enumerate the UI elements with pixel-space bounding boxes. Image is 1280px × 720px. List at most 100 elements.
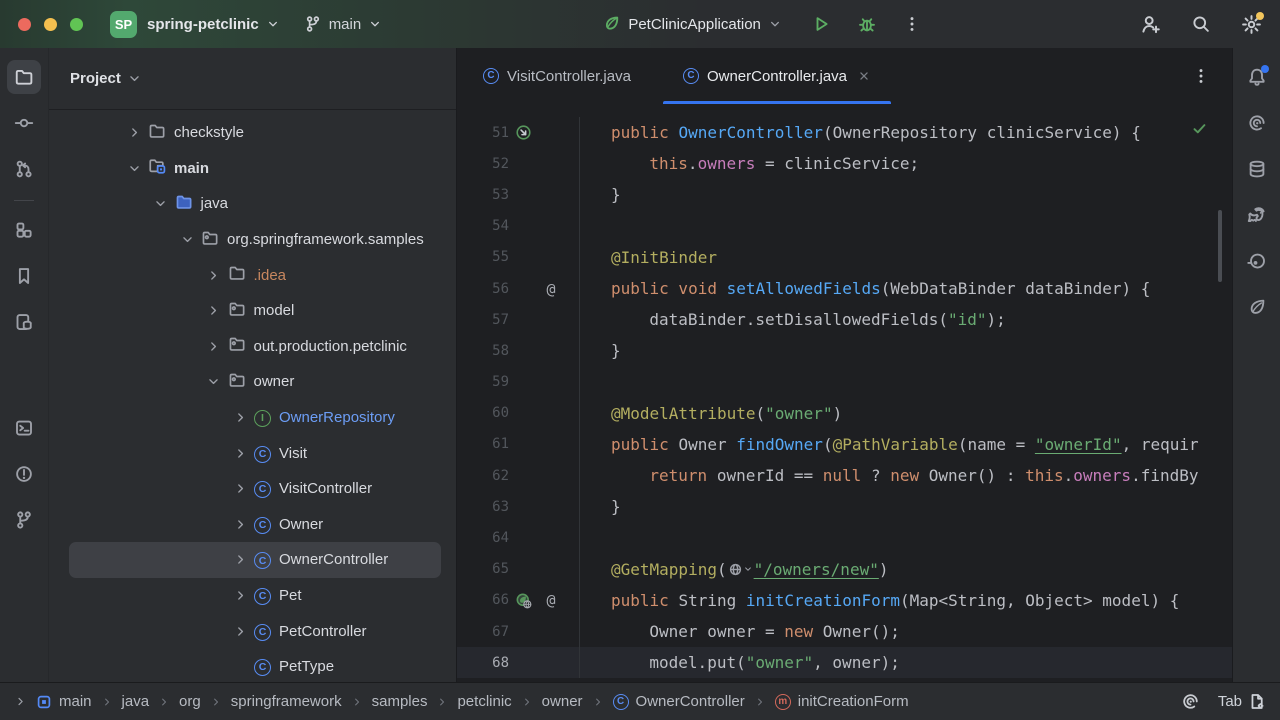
tab-options-icon[interactable] (1192, 67, 1210, 85)
close-tab-icon[interactable] (857, 69, 871, 83)
chevron-down-icon[interactable] (179, 232, 195, 247)
left-rail-more-tools-button[interactable] (7, 351, 41, 385)
run-config-name[interactable]: PetClinicApplication (628, 16, 761, 33)
annotation-gutter-icon[interactable]: @ (546, 591, 555, 609)
tree-item-main[interactable]: main (69, 151, 441, 187)
code-editor[interactable]: 51public OwnerController(OwnerRepository… (457, 104, 1232, 682)
code-line-61[interactable]: 61public Owner findOwner(@PathVariable(n… (457, 429, 1232, 460)
url-mapping-chip[interactable] (728, 562, 753, 577)
chevron-right-icon[interactable] (232, 410, 248, 425)
code-line-68[interactable]: 68model.put("owner", owner); (457, 647, 1232, 678)
tree-item-out-production-petclinic[interactable]: out.production.petclinic (69, 329, 441, 365)
code-line-64[interactable]: 64 (457, 522, 1232, 553)
breadcrumb-item-ownercontroller[interactable]: COwnerController (613, 693, 745, 710)
chevron-down-icon[interactable] (206, 374, 222, 389)
breadcrumb-item-owner[interactable]: owner (542, 693, 583, 710)
tree-item-visitcontroller[interactable]: CVisitController (69, 471, 441, 507)
code-line-60[interactable]: 60@ModelAttribute("owner") (457, 398, 1232, 429)
breadcrumb-item-java[interactable]: java (122, 693, 150, 710)
tree-item-visit[interactable]: CVisit (69, 435, 441, 471)
gutter-slot[interactable] (509, 124, 537, 141)
tree-item-model[interactable]: model (69, 293, 441, 329)
code-line-59[interactable]: 59 (457, 367, 1232, 398)
tree-item-owner[interactable]: owner (69, 364, 441, 400)
line-number[interactable]: 59 (457, 374, 509, 390)
breadcrumb-item-petclinic[interactable]: petclinic (457, 693, 511, 710)
line-number[interactable]: 51 (457, 125, 509, 141)
line-number[interactable]: 64 (457, 530, 509, 546)
close-window-button[interactable] (18, 18, 31, 31)
tree-item-pet[interactable]: CPet (69, 578, 441, 614)
line-number[interactable]: 58 (457, 343, 509, 359)
run-button[interactable] (811, 14, 831, 34)
chevron-right-icon[interactable] (232, 481, 248, 496)
code-with-me-button[interactable] (1140, 14, 1161, 35)
editor-tab-ownercontroller-java[interactable]: COwnerController.java (657, 48, 897, 104)
line-number[interactable]: 68 (457, 655, 509, 671)
tree-item-java[interactable]: java (69, 186, 441, 222)
code-line-55[interactable]: 55@InitBinder (457, 242, 1232, 273)
gutter-slot[interactable]: @ (537, 591, 565, 609)
line-number[interactable]: 56 (457, 281, 509, 297)
tab-completion-widget[interactable]: Tab (1218, 692, 1266, 711)
chevron-right-icon[interactable] (206, 268, 222, 283)
code-line-67[interactable]: 67Owner owner = new Owner(); (457, 616, 1232, 647)
breadcrumb-item-samples[interactable]: samples (372, 693, 428, 710)
settings-button[interactable] (1241, 14, 1262, 35)
left-rail-version-control-tool-button[interactable] (7, 503, 41, 537)
left-rail-commit-tool-button[interactable] (7, 106, 41, 140)
line-number[interactable]: 54 (457, 218, 509, 234)
chevron-down-icon[interactable] (153, 196, 169, 211)
project-widget[interactable]: spring-petclinic (147, 16, 280, 33)
debug-button[interactable] (857, 14, 877, 34)
editor-scrollbar[interactable] (1218, 210, 1222, 282)
left-rail-bookmarks-tool-button[interactable] (7, 259, 41, 293)
tree-item-ownercontroller[interactable]: COwnerController (69, 542, 441, 578)
code-line-52[interactable]: 52this.owners = clinicService; (457, 148, 1232, 179)
left-rail-problems-tool-button[interactable] (7, 457, 41, 491)
left-rail-project-tool-button[interactable] (7, 60, 41, 94)
ai-assistant-status-icon[interactable] (1181, 692, 1200, 711)
left-rail-device-manager-tool-button[interactable] (7, 305, 41, 339)
line-number[interactable]: 53 (457, 187, 509, 203)
code-line-65[interactable]: 65@GetMapping("/owners/new") (457, 554, 1232, 585)
line-number[interactable]: 62 (457, 468, 509, 484)
line-number[interactable]: 66 (457, 592, 509, 608)
tree-item-checkstyle[interactable]: checkstyle (69, 115, 441, 151)
code-line-57[interactable]: 57dataBinder.setDisallowedFields("id"); (457, 304, 1232, 335)
breadcrumb-item-initcreationform[interactable]: minitCreationForm (775, 693, 909, 710)
tree-item-org-springframework-samples[interactable]: org.springframework.samples (69, 222, 441, 258)
chevron-right-icon[interactable] (232, 588, 248, 603)
line-number[interactable]: 57 (457, 312, 509, 328)
line-number[interactable]: 63 (457, 499, 509, 515)
right-rail-ai-assistant-button[interactable] (1240, 106, 1274, 140)
breadcrumb-item-main[interactable]: main (36, 693, 92, 710)
code-line-62[interactable]: 62return ownerId == null ? new Owner() :… (457, 460, 1232, 491)
chevron-right-icon[interactable] (232, 624, 248, 639)
line-number[interactable]: 52 (457, 156, 509, 172)
annotation-gutter-icon[interactable]: @ (546, 280, 555, 298)
nav-arrow-gutter-icon[interactable] (515, 124, 532, 141)
code-line-63[interactable]: 63} (457, 491, 1232, 522)
branch-widget[interactable]: main (304, 15, 383, 33)
gutter-slot[interactable] (509, 592, 537, 609)
tree-item-owner[interactable]: COwner (69, 507, 441, 543)
line-number[interactable]: 55 (457, 249, 509, 265)
line-number[interactable]: 67 (457, 624, 509, 640)
inspections-ok-icon[interactable] (1191, 120, 1208, 137)
code-line-54[interactable]: 54 (457, 211, 1232, 242)
project-panel-header[interactable]: Project (49, 48, 456, 110)
code-line-56[interactable]: 56@public void setAllowedFields(WebDataB… (457, 273, 1232, 304)
chevron-right-icon[interactable] (232, 552, 248, 567)
line-number[interactable]: 61 (457, 436, 509, 452)
tree-item-ownerrepository[interactable]: IOwnerRepository (69, 400, 441, 436)
left-rail-pull-requests-tool-button[interactable] (7, 152, 41, 186)
left-rail-terminal-tool-button[interactable] (7, 411, 41, 445)
code-line-58[interactable]: 58} (457, 335, 1232, 366)
chevron-down-icon[interactable] (126, 161, 142, 176)
code-line-53[interactable]: 53} (457, 179, 1232, 210)
tree-item-pettype[interactable]: CPetType (69, 649, 441, 682)
right-rail-bean-tool-button[interactable] (1240, 244, 1274, 278)
left-rail-structure-tool-button[interactable] (7, 213, 41, 247)
breadcrumb-item-org[interactable]: org (179, 693, 201, 710)
